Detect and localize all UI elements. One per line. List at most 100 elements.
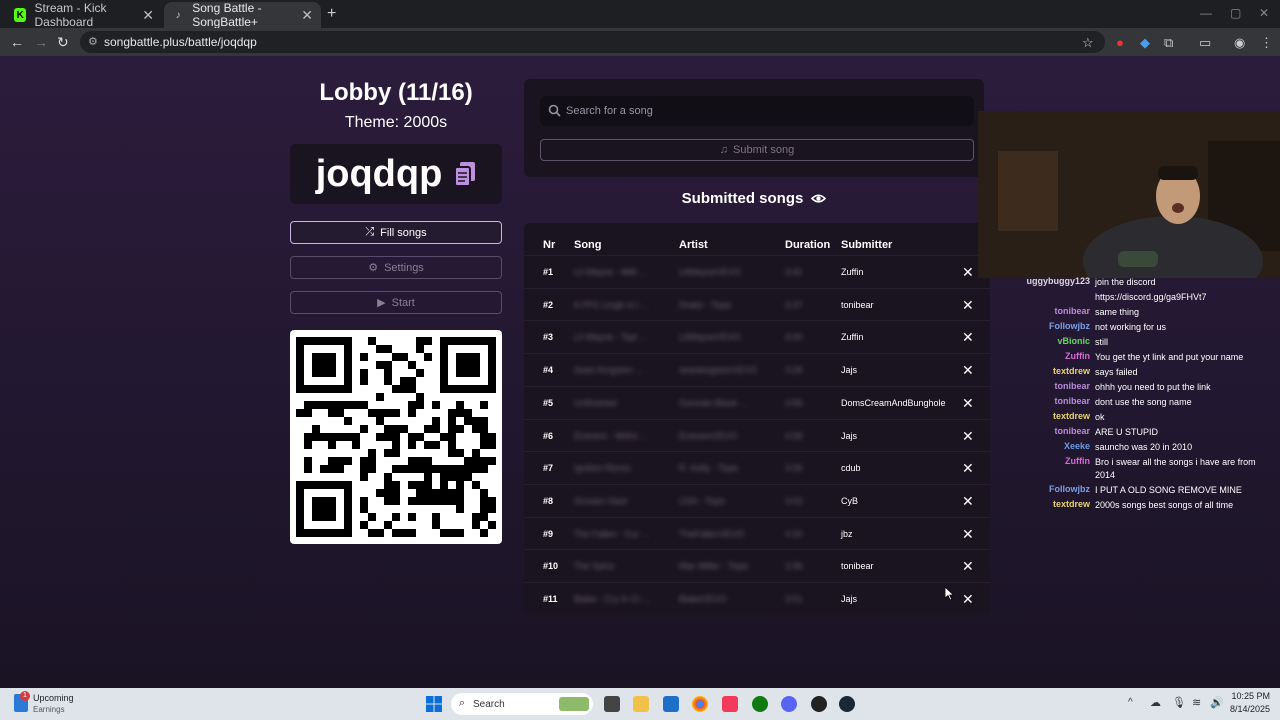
chat-username[interactable]: Followjbz (1000, 321, 1090, 331)
reload-icon[interactable]: ↻ (57, 34, 69, 51)
tray-chevron-icon[interactable]: ^ (1128, 697, 1133, 708)
start-button[interactable]: ▶ Start (290, 291, 502, 314)
row-number: #2 (543, 299, 554, 310)
microphone-icon[interactable]: 🎙 (1172, 696, 1186, 709)
chat-username[interactable]: tonibear (1000, 396, 1090, 406)
remove-song-icon[interactable]: ✕ (962, 264, 974, 281)
row-duration: 3:26 (785, 365, 803, 376)
row-number: #6 (543, 430, 554, 441)
obs-icon[interactable] (811, 696, 827, 712)
row-submitter: cdub (841, 463, 861, 474)
clock-time[interactable]: 10:25 PM (1226, 691, 1270, 701)
row-number: #10 (543, 561, 559, 572)
chat-text: not working for us (1095, 322, 1167, 332)
bookmark-star-icon[interactable]: ☆ (1082, 35, 1094, 51)
row-submitter: DomsCreamAndBunghole (841, 397, 946, 408)
remove-song-icon[interactable]: ✕ (962, 329, 974, 346)
chat-text: dont use the song name (1095, 397, 1192, 407)
row-duration: 3:36 (785, 561, 803, 572)
minimize-icon[interactable]: — (1200, 6, 1212, 20)
tab-kick-dashboard[interactable]: K Stream - Kick Dashboard ✕ (6, 1, 162, 29)
chat-username[interactable]: textdrew (1000, 411, 1090, 421)
chat-text: I PUT A OLD SONG REMOVE MINE (1095, 485, 1242, 495)
lobby-code-box[interactable]: joqdqp (290, 144, 502, 204)
chat-username[interactable]: textdrew (1000, 366, 1090, 376)
task-view-icon[interactable] (604, 696, 620, 712)
browser-toolbar: ← → ↻ ⚙ songbattle.plus/battle/joqdqp ☆ … (0, 28, 1280, 56)
row-artist: Mac Miller - Topic (679, 561, 749, 572)
extensions-puzzle-icon[interactable]: ⧉ (1164, 35, 1173, 51)
maximize-icon[interactable]: ▢ (1230, 6, 1241, 20)
close-tab-icon[interactable]: ✕ (142, 7, 154, 24)
chat-username[interactable]: uggybuggy123 (1000, 276, 1090, 286)
remove-song-icon[interactable]: ✕ (962, 395, 974, 412)
xbox-icon[interactable] (752, 696, 768, 712)
chat-username[interactable]: textdrew (1000, 499, 1090, 509)
chat-username[interactable]: tonibear (1000, 381, 1090, 391)
play-icon: ▶ (377, 297, 386, 309)
remove-song-icon[interactable]: ✕ (962, 526, 974, 543)
chat-username[interactable]: Xeeke (1000, 441, 1090, 451)
remove-song-icon[interactable]: ✕ (962, 558, 974, 575)
submitted-songs-heading: Submitted songs (524, 190, 984, 207)
store-icon[interactable] (663, 696, 679, 712)
widget-subtitle: Earnings (33, 705, 65, 714)
remove-song-icon[interactable]: ✕ (962, 591, 974, 608)
chat-username[interactable]: Zuffin (1000, 456, 1090, 466)
cloud-icon[interactable]: ☁ (1150, 696, 1161, 709)
forward-icon[interactable]: → (34, 34, 48, 50)
discord-icon[interactable] (781, 696, 797, 712)
webcam-overlay (978, 111, 1280, 278)
close-window-icon[interactable]: ✕ (1259, 6, 1269, 20)
address-bar[interactable]: ⚙ songbattle.plus/battle/joqdqp (80, 31, 1105, 53)
submit-song-button[interactable]: ♫ Submit song (540, 139, 974, 161)
fill-songs-button[interactable]: ⤮ Fill songs (290, 221, 502, 244)
copy-icon[interactable] (454, 161, 476, 187)
table-row: #4 Sean Kingston ... seankingstonVEVO 3:26 J… (524, 353, 990, 385)
chat-username[interactable]: vBionic (1000, 336, 1090, 346)
music-app-icon[interactable] (722, 696, 738, 712)
extension-blue-icon[interactable]: ◆ (1140, 35, 1150, 51)
songbattle-page: Lobby (11/16) Theme: 2000s joqdqp ⤮ Fill… (0, 56, 1280, 688)
row-artist: seankingstonVEVO (679, 365, 758, 376)
chrome-icon[interactable] (692, 696, 708, 712)
side-panel-icon[interactable]: ▭ (1199, 35, 1211, 51)
settings-button[interactable]: ⚙ Settings (290, 256, 502, 279)
widget-title[interactable]: Upcoming (33, 693, 74, 703)
chat-username[interactable]: tonibear (1000, 426, 1090, 436)
eye-icon[interactable] (811, 193, 827, 204)
remove-song-icon[interactable]: ✕ (962, 493, 974, 510)
remove-song-icon[interactable]: ✕ (962, 428, 974, 445)
chat-username[interactable]: Followjbz (1000, 484, 1090, 494)
back-icon[interactable]: ← (10, 34, 24, 50)
tab-song-battle[interactable]: ♪ Song Battle - SongBattle+ ✕ (164, 1, 321, 29)
windows-start-icon[interactable] (426, 696, 442, 712)
row-song: The Spice (574, 561, 615, 572)
qr-code-image (296, 337, 496, 537)
song-search-input[interactable]: Search for a song (540, 96, 974, 126)
new-tab-icon[interactable]: + (327, 5, 336, 23)
steam-icon[interactable] (839, 696, 855, 712)
table-header: Nr Song Artist Duration Submitter (524, 233, 990, 253)
row-number: #3 (543, 332, 554, 343)
file-explorer-icon[interactable] (633, 696, 649, 712)
extension-red-icon[interactable]: ● (1116, 35, 1124, 50)
row-number: #8 (543, 495, 554, 506)
close-tab-icon[interactable]: ✕ (301, 7, 313, 24)
remove-song-icon[interactable]: ✕ (962, 460, 974, 477)
taskbar-search[interactable]: ⌕ Search (451, 693, 593, 715)
profile-avatar-icon[interactable]: ◉ (1234, 35, 1245, 51)
menu-dots-icon[interactable]: ⋮ (1260, 35, 1273, 51)
row-duration: 4:10 (785, 528, 803, 539)
row-duration: 3:59 (785, 397, 803, 408)
table-row: #10 The Spice Mac Miller - Topic 3:36 tonibe… (524, 549, 990, 581)
chat-username[interactable]: Zuffin (1000, 351, 1090, 361)
wifi-icon[interactable]: ≋ (1192, 696, 1201, 709)
remove-song-icon[interactable]: ✕ (962, 362, 974, 379)
site-info-icon[interactable]: ⚙ (88, 35, 98, 48)
table-row: #2 A PFC Lingh is t ... Drake - Topic 3:37 t… (524, 287, 990, 320)
chat-username[interactable]: tonibear (1000, 306, 1090, 316)
remove-song-icon[interactable]: ✕ (962, 297, 974, 314)
row-duration: 3:37 (785, 299, 803, 310)
row-song: Eminem - Witho ... (574, 430, 649, 441)
